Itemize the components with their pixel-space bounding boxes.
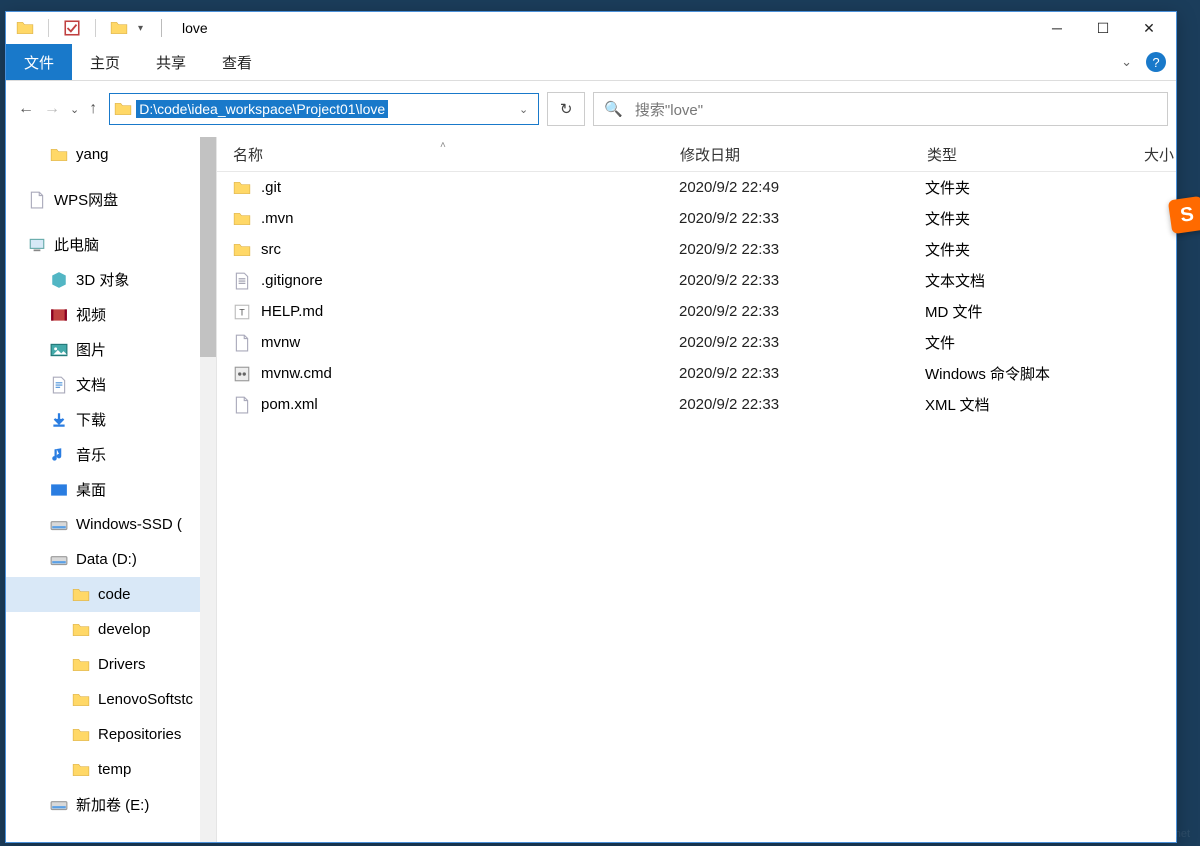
tab-home[interactable]: 主页 bbox=[72, 44, 138, 80]
qat-properties-icon[interactable] bbox=[63, 19, 81, 37]
file-icon bbox=[233, 272, 251, 290]
file-type: 文件夹 bbox=[909, 177, 1125, 198]
nav-item-this-pc[interactable]: 此电脑 bbox=[6, 227, 216, 262]
address-folder-icon bbox=[114, 100, 132, 118]
file-list: .git2020/9/2 22:49文件夹.mvn2020/9/2 22:33文… bbox=[217, 172, 1176, 842]
file-row[interactable]: .mvn 2020/9/2 22:33文件夹 bbox=[217, 203, 1176, 234]
close-button[interactable]: ✕ bbox=[1126, 12, 1172, 44]
nav-item-develop[interactable]: develop bbox=[6, 612, 216, 647]
address-dropdown-icon[interactable]: ⌄ bbox=[513, 103, 534, 116]
file-name: pom.xml bbox=[261, 396, 318, 413]
file-row[interactable]: pom.xml 2020/9/2 22:33XML 文档 bbox=[217, 389, 1176, 420]
nav-item-temp[interactable]: temp bbox=[6, 752, 216, 787]
file-row[interactable]: .git 2020/9/2 22:49文件夹 bbox=[217, 172, 1176, 203]
maximize-button[interactable]: ☐ bbox=[1080, 12, 1126, 44]
file-icon bbox=[233, 334, 251, 352]
file-name: mvnw.cmd bbox=[261, 365, 332, 382]
file-type: MD 文件 bbox=[909, 301, 1125, 322]
minimize-button[interactable]: ─ bbox=[1034, 12, 1080, 44]
nav-item-desktop[interactable]: 桌面 bbox=[6, 472, 216, 507]
column-type[interactable]: 类型 bbox=[911, 144, 1128, 165]
qat-dropdown-icon[interactable]: ▾ bbox=[134, 23, 147, 34]
help-button[interactable]: ? bbox=[1146, 52, 1166, 72]
address-path[interactable]: D:\code\idea_workspace\Project01\love bbox=[136, 100, 388, 118]
title-bar: ▾ love ─ ☐ ✕ bbox=[6, 12, 1176, 44]
nav-item-wps[interactable]: WPS网盘 bbox=[6, 182, 216, 217]
file-name: HELP.md bbox=[261, 303, 323, 320]
nav-item-videos[interactable]: 视频 bbox=[6, 297, 216, 332]
nav-history-dropdown[interactable]: ⌄ bbox=[70, 103, 79, 116]
file-icon bbox=[233, 396, 251, 414]
ribbon-tabs: 文件 主页 共享 查看 ⌄ ? bbox=[6, 44, 1176, 81]
file-name: .git bbox=[261, 179, 281, 196]
file-type: 文件夹 bbox=[909, 239, 1125, 260]
app-folder-icon bbox=[16, 19, 34, 37]
file-row[interactable]: HELP.md 2020/9/2 22:33MD 文件 bbox=[217, 296, 1176, 327]
address-bar[interactable]: D:\code\idea_workspace\Project01\love ⌄ bbox=[109, 93, 539, 125]
nav-item-repositories[interactable]: Repositories bbox=[6, 717, 216, 752]
nav-item-drivers[interactable]: Drivers bbox=[6, 647, 216, 682]
file-row[interactable]: mvnw 2020/9/2 22:33文件 bbox=[217, 327, 1176, 358]
file-date: 2020/9/2 22:33 bbox=[663, 396, 909, 413]
file-type: 文件 bbox=[909, 332, 1125, 353]
file-date: 2020/9/2 22:33 bbox=[663, 272, 909, 289]
navigation-pane: yang WPS网盘 此电脑 3D 对象 视频 图片 文档 下载 音乐 桌面 W… bbox=[6, 137, 217, 842]
sort-indicator-icon: ˄ bbox=[440, 140, 446, 151]
refresh-button[interactable]: ↻ bbox=[547, 92, 585, 126]
file-icon bbox=[233, 365, 251, 383]
file-type: 文本文档 bbox=[909, 270, 1125, 291]
column-name[interactable]: 名称˄ bbox=[217, 144, 664, 165]
column-headers: 名称˄ 修改日期 类型 大小 bbox=[217, 137, 1176, 172]
file-date: 2020/9/2 22:33 bbox=[663, 334, 909, 351]
file-name: mvnw bbox=[261, 334, 300, 351]
ribbon-expand-icon[interactable]: ⌄ bbox=[1111, 44, 1142, 80]
nav-back-button[interactable]: ← bbox=[18, 100, 34, 118]
file-row[interactable]: src 2020/9/2 22:33文件夹 bbox=[217, 234, 1176, 265]
file-row[interactable]: mvnw.cmd 2020/9/2 22:33Windows 命令脚本 bbox=[217, 358, 1176, 389]
qat-folder-icon[interactable] bbox=[110, 19, 128, 37]
file-name: src bbox=[261, 241, 281, 258]
nav-item-downloads[interactable]: 下载 bbox=[6, 402, 216, 437]
file-date: 2020/9/2 22:33 bbox=[663, 210, 909, 227]
file-icon bbox=[233, 303, 251, 321]
tab-view[interactable]: 查看 bbox=[204, 44, 270, 80]
nav-item-lenovo[interactable]: LenovoSoftstc bbox=[6, 682, 216, 717]
file-date: 2020/9/2 22:33 bbox=[663, 241, 909, 258]
nav-scrollbar-thumb[interactable] bbox=[200, 137, 216, 357]
watermark: blog.csdn.net bbox=[1125, 828, 1190, 840]
nav-item-3d-objects[interactable]: 3D 对象 bbox=[6, 262, 216, 297]
search-placeholder: 搜索"love" bbox=[635, 99, 703, 120]
nav-item-new-volume-e[interactable]: 新加卷 (E:) bbox=[6, 787, 216, 822]
file-date: 2020/9/2 22:33 bbox=[663, 365, 909, 382]
search-icon: 🔍 bbox=[604, 100, 623, 118]
file-name: .gitignore bbox=[261, 272, 323, 289]
file-date: 2020/9/2 22:33 bbox=[663, 303, 909, 320]
search-box[interactable]: 🔍 搜索"love" bbox=[593, 92, 1168, 126]
file-type: Windows 命令脚本 bbox=[909, 363, 1125, 384]
nav-item-documents[interactable]: 文档 bbox=[6, 367, 216, 402]
file-type: 文件夹 bbox=[909, 208, 1125, 229]
column-date[interactable]: 修改日期 bbox=[664, 144, 911, 165]
file-icon bbox=[233, 210, 251, 228]
file-type: XML 文档 bbox=[909, 394, 1125, 415]
file-icon bbox=[233, 241, 251, 259]
nav-up-button[interactable]: ↑ bbox=[89, 100, 97, 118]
file-name: .mvn bbox=[261, 210, 294, 227]
file-row[interactable]: .gitignore 2020/9/2 22:33文本文档 bbox=[217, 265, 1176, 296]
sogou-ime-overlay-icon[interactable]: S bbox=[1168, 196, 1200, 234]
nav-item-code[interactable]: code bbox=[6, 577, 216, 612]
file-icon bbox=[233, 179, 251, 197]
nav-item-pictures[interactable]: 图片 bbox=[6, 332, 216, 367]
nav-item-windows-ssd[interactable]: Windows-SSD ( bbox=[6, 507, 216, 542]
nav-item-music[interactable]: 音乐 bbox=[6, 437, 216, 472]
nav-forward-button[interactable]: → bbox=[44, 100, 60, 118]
nav-item-yang[interactable]: yang bbox=[6, 137, 216, 172]
tab-file[interactable]: 文件 bbox=[6, 44, 72, 80]
column-size[interactable]: 大小 bbox=[1128, 144, 1176, 165]
nav-item-data-d[interactable]: Data (D:) bbox=[6, 542, 216, 577]
window-title: love bbox=[182, 20, 208, 36]
tab-share[interactable]: 共享 bbox=[138, 44, 204, 80]
file-date: 2020/9/2 22:49 bbox=[663, 179, 909, 196]
